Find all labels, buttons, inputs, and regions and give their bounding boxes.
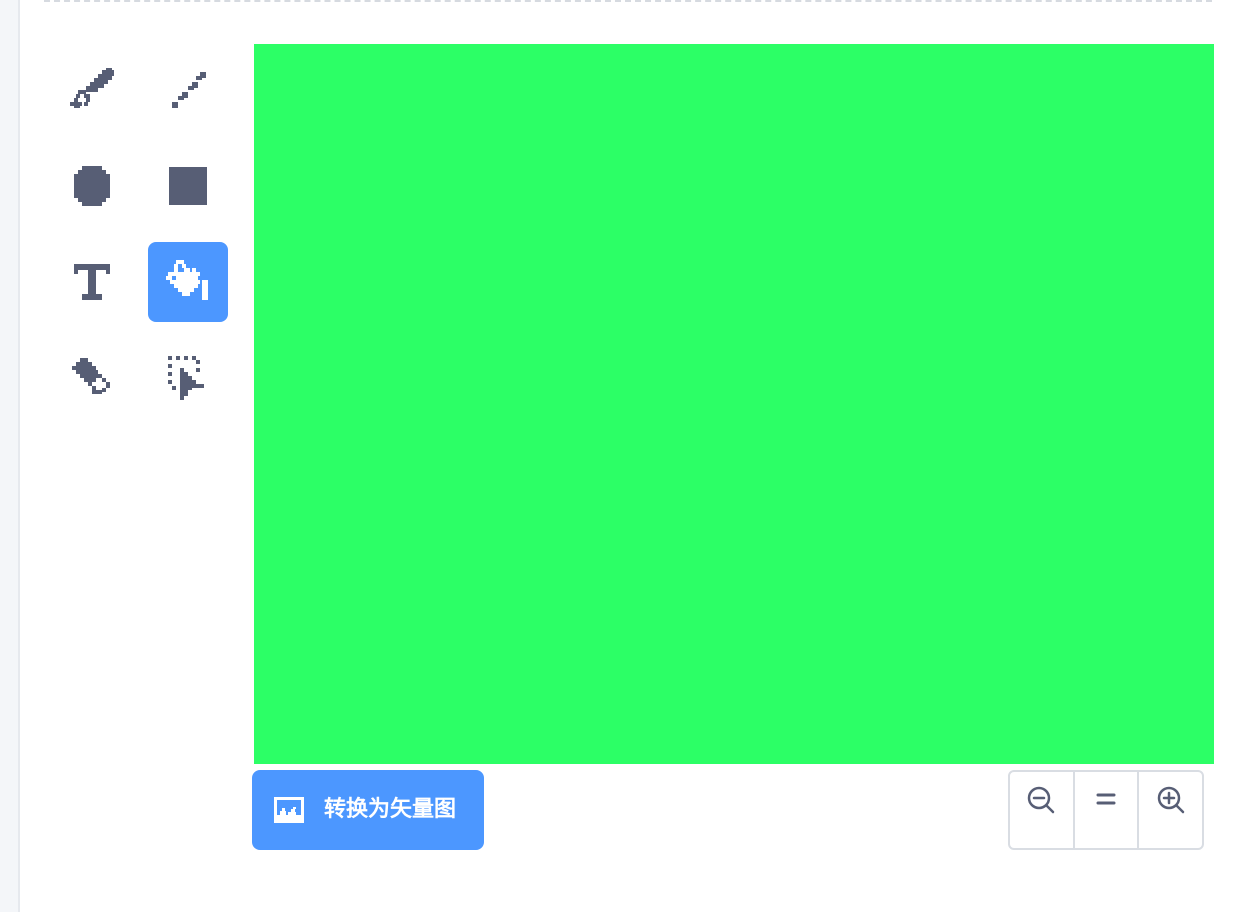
text-tool-button[interactable]	[52, 242, 132, 322]
top-divider	[44, 0, 1212, 2]
paint-canvas[interactable]	[254, 44, 1214, 764]
bitmap-image-icon	[272, 795, 306, 830]
left-sidebar-strip	[0, 0, 20, 912]
select-tool-button[interactable]	[148, 338, 228, 418]
zoom-out-icon	[1028, 786, 1055, 814]
text-icon	[74, 264, 110, 300]
rectangle-tool-button[interactable]	[148, 146, 228, 226]
zoom-reset-icon	[1096, 793, 1116, 805]
eraser-tool-button[interactable]	[52, 338, 132, 418]
circle-tool-button[interactable]	[52, 146, 132, 226]
fill-tool-button[interactable]	[148, 242, 228, 322]
zoom-in-button[interactable]	[1137, 772, 1202, 848]
circle-icon	[74, 166, 110, 206]
convert-to-vector-label: 转换为矢量图	[324, 797, 457, 822]
eraser-icon	[72, 358, 110, 394]
zoom-out-button[interactable]	[1010, 772, 1073, 848]
line-tool-button[interactable]	[148, 50, 228, 130]
line-icon	[172, 72, 206, 108]
rectangle-icon	[169, 167, 207, 205]
zoom-in-icon	[1157, 786, 1184, 814]
fill-bucket-icon	[166, 260, 208, 300]
select-icon	[168, 356, 204, 400]
zoom-reset-button[interactable]	[1072, 772, 1138, 848]
brush-icon	[70, 68, 114, 108]
zoom-controls	[1008, 770, 1204, 850]
brush-tool-button[interactable]	[52, 50, 132, 130]
convert-to-vector-button[interactable]: 转换为矢量图	[252, 770, 484, 850]
